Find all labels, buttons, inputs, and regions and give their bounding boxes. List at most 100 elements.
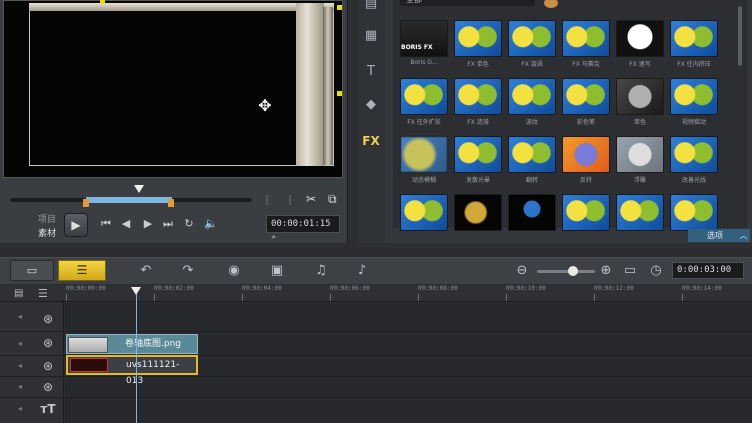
options-label: 选项 <box>707 231 723 240</box>
filter-thumbnail[interactable] <box>670 136 718 173</box>
mark-out-button[interactable] <box>289 195 291 205</box>
filter-label: 彩色笔 <box>576 119 595 126</box>
go-to-start-icon[interactable]: ⏮ <box>98 216 114 232</box>
zoom-out-icon[interactable]: ⊖ <box>512 262 532 280</box>
trim-marker-out[interactable] <box>168 199 174 207</box>
instant-project-icon[interactable]: ▦ <box>361 26 381 46</box>
filter-label: FX 往外扩张 <box>407 119 441 126</box>
filter-thumbnail[interactable] <box>454 194 502 231</box>
play-button[interactable]: ▶ <box>64 213 88 237</box>
filter-thumbnail[interactable] <box>508 20 556 57</box>
copy-icon[interactable]: ⧉ <box>328 192 337 207</box>
filter-thumbnail[interactable] <box>454 78 502 115</box>
ruler-tick-label: 00:00:10:00 <box>506 285 546 292</box>
playhead-marker[interactable] <box>131 287 141 295</box>
trim-selection[interactable] <box>86 197 172 203</box>
scissors-icon[interactable]: ✂ <box>306 192 316 206</box>
graphics-icon[interactable]: ◆ <box>361 95 381 115</box>
filter-thumbnail[interactable] <box>454 20 502 57</box>
filter-thumbnail[interactable] <box>400 194 448 231</box>
record-capture-icon[interactable]: ◉ <box>224 262 244 280</box>
options-button[interactable]: 选项 ︿ <box>688 229 750 242</box>
filter-thumbnail[interactable] <box>670 78 718 115</box>
scrubber-head[interactable] <box>134 185 144 193</box>
player-timecode[interactable]: 00:00:01:15 ⌃ <box>266 215 340 245</box>
timeline-view-button[interactable]: ☰ <box>58 260 106 281</box>
audio-mixer-icon[interactable]: ♫ <box>311 262 331 280</box>
title-track[interactable] <box>65 377 752 397</box>
filter-thumbnail[interactable] <box>454 136 502 173</box>
previous-frame-icon[interactable]: ◀ <box>118 216 134 232</box>
track-manager-icon[interactable]: ▤ <box>14 288 23 299</box>
ruler-tick-line <box>242 294 243 301</box>
ruler-tick-label: 00:00:14:00 <box>682 285 722 292</box>
media-icon[interactable]: ▤ <box>361 0 381 14</box>
track-visibility-toggle[interactable]: ◂ <box>14 381 26 393</box>
trim-marker-in[interactable] <box>83 199 89 207</box>
filter-label: 动态模糊 <box>411 177 436 184</box>
track-visibility-toggle[interactable]: ◂ <box>14 403 26 415</box>
move-cursor-icon: ✥ <box>258 96 272 115</box>
storyboard-view-button[interactable]: ▭ <box>10 260 54 281</box>
filter-thumbnail[interactable] <box>616 78 664 115</box>
filter-label: 改善光线 <box>681 177 706 184</box>
project-duration[interactable]: 0:00:03:00 <box>672 262 744 279</box>
resize-handle-top-right[interactable] <box>337 5 342 10</box>
ruler-tick-line <box>154 294 155 301</box>
track-list-icon[interactable]: ☰ <box>38 287 48 300</box>
filter-thumbnail[interactable] <box>508 194 556 231</box>
go-to-end-icon[interactable]: ⏭ <box>160 216 176 232</box>
filter-thumbnail[interactable] <box>508 136 556 173</box>
scroll-image-top <box>29 3 334 11</box>
zoom-in-icon[interactable]: ⊕ <box>596 262 616 280</box>
filter-thumbnail[interactable] <box>670 20 718 57</box>
filter-thumbnail[interactable] <box>616 136 664 173</box>
fx-filter-icon[interactable]: FX <box>361 131 381 151</box>
overlay-frame[interactable] <box>29 3 334 166</box>
track-visibility-toggle[interactable]: ◂ <box>14 338 26 350</box>
playhead-line[interactable] <box>136 290 137 423</box>
filter-thumbnail[interactable] <box>508 78 556 115</box>
screen-capture-icon[interactable]: ▣ <box>267 262 287 280</box>
filter-label: FX 速写 <box>629 61 651 68</box>
mode-project-label[interactable]: 项目 <box>38 212 56 225</box>
volume-icon[interactable]: 🔈 <box>203 216 219 232</box>
repeat-icon[interactable]: ↻ <box>181 216 197 232</box>
library-panel: ▤ ▦ T ◆ FX 全部 BORIS FX Boris G... FX 单色 FX … <box>357 0 752 243</box>
filter-thumbnail[interactable] <box>616 20 664 57</box>
filter-label: 翻转 <box>525 177 538 184</box>
zoom-slider[interactable] <box>537 270 595 273</box>
filter-thumbnail[interactable] <box>562 194 610 231</box>
redo-icon[interactable]: ↷ <box>178 262 198 280</box>
library-scrollbar[interactable] <box>738 6 742 66</box>
filter-thumbnail[interactable] <box>562 136 610 173</box>
resize-handle-top-middle[interactable] <box>100 0 105 4</box>
filter-thumbnail[interactable] <box>562 78 610 115</box>
video-track-1[interactable] <box>65 303 752 331</box>
video-editor-window: ✥ ✂ ⧉ 项目 素材 ▶ ⏮ ◀ ▶ ⏭ ↻ 🔈 00:00:01:15 ⌃ … <box>0 0 752 423</box>
filter-thumbnail[interactable] <box>670 194 718 231</box>
filter-thumbnail[interactable] <box>400 78 448 115</box>
filter-thumbnail[interactable] <box>616 194 664 231</box>
track-visibility-toggle[interactable]: ◂ <box>14 311 26 323</box>
zoom-slider-knob[interactable] <box>568 266 578 276</box>
next-frame-icon[interactable]: ▶ <box>140 216 156 232</box>
library-category-dropdown[interactable]: 全部 <box>400 0 535 6</box>
filter-thumbnail[interactable] <box>400 20 448 57</box>
resize-handle-middle-right[interactable] <box>337 91 342 96</box>
track-visibility-toggle[interactable]: ◂ <box>14 360 26 372</box>
undo-icon[interactable]: ↶ <box>136 262 156 280</box>
auto-music-icon[interactable]: ♪ <box>352 262 372 280</box>
filter-thumbnail[interactable] <box>400 136 448 173</box>
preview-window[interactable]: ✥ <box>3 0 343 178</box>
filter-label: 单色 <box>633 119 646 126</box>
title-icon[interactable]: T <box>361 62 381 82</box>
mark-in-button[interactable] <box>266 195 268 205</box>
timeline-ruler[interactable] <box>0 285 752 302</box>
mode-clip-label[interactable]: 素材 <box>38 226 56 239</box>
filter-label: FX 单色 <box>467 61 489 68</box>
voice-track[interactable] <box>65 398 752 423</box>
fit-project-icon[interactable]: ▭ <box>620 262 640 280</box>
filter-thumbnail[interactable] <box>562 20 610 57</box>
filter-label: FX 涟漪 <box>467 119 489 126</box>
